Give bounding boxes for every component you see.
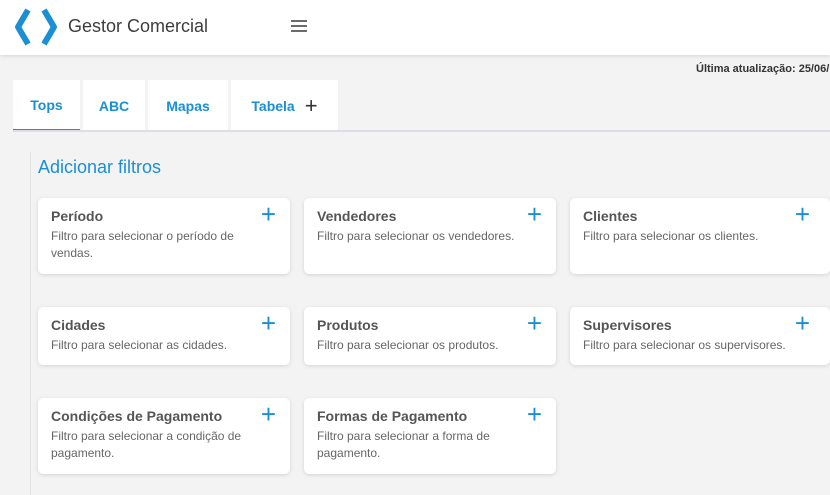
tab-tops[interactable]: Tops: [13, 80, 80, 131]
app-title: Gestor Comercial: [68, 16, 209, 36]
filter-card-description: Filtro para selecionar as cidades.: [51, 338, 228, 352]
filter-card-description: Filtro para selecionar a forma de pagame…: [317, 429, 490, 460]
filter-card-title: Produtos: [317, 317, 379, 333]
filter-card-clientes[interactable]: Clientes Filtro para selecionar os clien…: [570, 198, 830, 274]
filter-card-description: Filtro para selecionar os vendedores.: [317, 229, 515, 243]
tab-mapas-label: Mapas: [166, 97, 210, 114]
add-filter-plus-icon[interactable]: +: [795, 201, 810, 227]
add-filter-plus-icon[interactable]: +: [261, 310, 276, 336]
tab-tops-label: Tops: [30, 96, 63, 113]
add-filter-plus-icon[interactable]: +: [261, 401, 276, 427]
tab-tabela[interactable]: Tabela +: [231, 80, 338, 131]
add-filter-plus-icon[interactable]: +: [261, 201, 276, 227]
app-logo-icon: [15, 8, 57, 46]
filter-card-cidades[interactable]: Cidades Filtro para selecionar as cidade…: [38, 307, 290, 365]
add-tab-plus-icon[interactable]: +: [305, 94, 318, 117]
tab-abc-label: ABC: [98, 97, 130, 114]
filters-section-title: Adicionar filtros: [38, 157, 162, 177]
filter-card-description: Filtro para selecionar os produtos.: [317, 338, 499, 352]
filter-card-title: Vendedores: [317, 208, 397, 224]
filter-card-description: Filtro para selecionar o período de vend…: [51, 229, 234, 260]
filter-card-vendedores[interactable]: Vendedores Filtro para selecionar os ven…: [304, 198, 556, 274]
filter-card-title: Cidades: [51, 317, 106, 333]
add-filter-plus-icon[interactable]: +: [795, 310, 810, 336]
tab-abc[interactable]: ABC: [83, 80, 145, 131]
filter-card-title: Formas de Pagamento: [317, 408, 468, 424]
add-filter-plus-icon[interactable]: +: [527, 310, 542, 336]
hamburger-menu-icon[interactable]: [291, 17, 313, 37]
filter-card-condicoes-pagamento[interactable]: Condições de Pagamento Filtro para selec…: [38, 398, 290, 474]
filter-card-description: Filtro para selecionar os supervisores.: [583, 338, 786, 352]
filter-card-title: Condições de Pagamento: [51, 408, 223, 424]
filter-card-title: Supervisores: [583, 317, 672, 333]
add-filter-plus-icon[interactable]: +: [527, 401, 542, 427]
tab-tabela-label: Tabela: [251, 97, 295, 114]
tab-divider: [13, 130, 830, 132]
filter-card-periodo[interactable]: Período Filtro para selecionar o período…: [38, 198, 290, 274]
filter-card-title: Clientes: [583, 208, 638, 224]
filter-card-description: Filtro para selecionar a condição de pag…: [51, 429, 242, 460]
last-update-label: Última atualização: 25/06/: [696, 63, 830, 75]
top-bar: Gestor Comercial: [0, 0, 830, 55]
tab-bar: Tops ABC Mapas Tabela +: [13, 80, 341, 131]
filter-card-produtos[interactable]: Produtos Filtro para selecionar os produ…: [304, 307, 556, 365]
filter-card-formas-pagamento[interactable]: Formas de Pagamento Filtro para selecion…: [304, 398, 556, 474]
add-filter-plus-icon[interactable]: +: [527, 201, 542, 227]
tab-mapas[interactable]: Mapas: [148, 80, 228, 131]
filter-card-title: Período: [51, 208, 104, 224]
filter-card-supervisores[interactable]: Supervisores Filtro para selecionar os s…: [570, 307, 830, 365]
filter-card-description: Filtro para selecionar os clientes.: [583, 229, 759, 243]
